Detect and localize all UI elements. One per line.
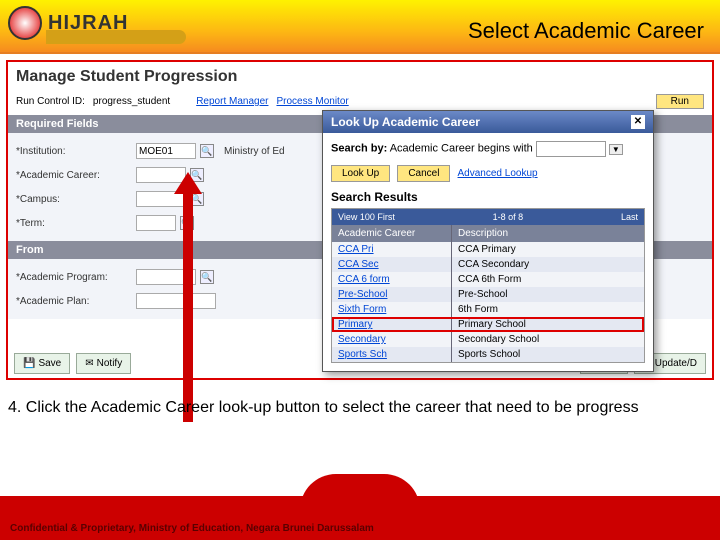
col-desc[interactable]: Description <box>452 225 644 242</box>
career-desc: Primary School <box>452 317 644 332</box>
search-input[interactable] <box>536 141 606 157</box>
plan-input[interactable] <box>136 293 216 309</box>
modal-header: Look Up Academic Career ✕ <box>323 111 653 133</box>
swoosh-icon <box>46 30 186 44</box>
career-desc: CCA 6th Form <box>452 272 644 287</box>
search-field: Academic Career <box>390 143 475 155</box>
table-row[interactable]: CCA Sec CCA Secondary <box>332 257 644 272</box>
table-row[interactable]: Secondary Secondary School <box>332 332 644 347</box>
program-label: *Academic Program: <box>16 272 136 283</box>
col-career[interactable]: Academic Career <box>332 225 452 242</box>
campus-label: *Campus: <box>16 194 136 205</box>
term-input[interactable] <box>136 215 176 231</box>
career-desc: 6th Form <box>452 302 644 317</box>
save-icon: 💾 <box>23 358 35 369</box>
grid-nav: View 100 First 1-8 of 8 Last <box>332 209 644 225</box>
table-row[interactable]: CCA 6 form CCA 6th Form <box>332 272 644 287</box>
dropdown-icon[interactable]: ▼ <box>609 144 623 155</box>
career-desc: CCA Primary <box>452 242 644 257</box>
lookup-modal: Look Up Academic Career ✕ Search by: Aca… <box>322 110 654 372</box>
process-monitor-link[interactable]: Process Monitor <box>276 96 348 107</box>
career-label: *Academic Career: <box>16 170 136 181</box>
career-link[interactable]: Pre-School <box>338 289 387 300</box>
table-row[interactable]: Pre-School Pre-School <box>332 287 644 302</box>
institution-label: *Institution: <box>16 146 136 157</box>
search-results-title: Search Results <box>331 190 645 204</box>
modal-title: Look Up Academic Career <box>331 115 480 129</box>
advanced-lookup-link[interactable]: Advanced Lookup <box>458 168 538 179</box>
term-label: *Term: <box>16 218 136 229</box>
career-link[interactable]: Sports Sch <box>338 349 387 360</box>
cancel-button[interactable]: Cancel <box>397 165 450 182</box>
program-input[interactable] <box>136 269 196 285</box>
footer-text: Confidential & Proprietary, Ministry of … <box>10 523 374 534</box>
career-link[interactable]: Primary <box>338 319 372 330</box>
career-lookup-icon[interactable]: 🔍 <box>190 168 204 182</box>
save-button[interactable]: 💾Save <box>14 353 70 374</box>
run-button[interactable]: Run <box>656 94 704 109</box>
institution-input[interactable] <box>136 143 196 159</box>
career-link[interactable]: Sixth Form <box>338 304 386 315</box>
page-title: Manage Student Progression <box>8 62 712 92</box>
career-desc: Pre-School <box>452 287 644 302</box>
table-row[interactable]: Primary Primary School <box>332 317 644 332</box>
slide-title: Select Academic Career <box>468 18 704 44</box>
slide-header: HIJRAH Select Academic Career <box>0 0 720 54</box>
plan-label: *Academic Plan: <box>16 296 136 307</box>
search-by-label: Search by: <box>331 143 387 155</box>
career-link[interactable]: CCA 6 form <box>338 274 390 285</box>
crest-icon <box>8 6 42 40</box>
report-manager-link[interactable]: Report Manager <box>196 96 268 107</box>
campus-input[interactable] <box>136 191 186 207</box>
campus-lookup-icon[interactable]: 🔍 <box>190 192 204 206</box>
institution-desc: Ministry of Ed <box>224 146 285 157</box>
career-link[interactable]: CCA Pri <box>338 244 374 255</box>
career-link[interactable]: Secondary <box>338 334 386 345</box>
search-row: Search by: Academic Career begins with ▼ <box>331 141 645 157</box>
notify-button[interactable]: ✉Notify <box>76 353 131 374</box>
term-lookup-icon[interactable]: 🔍 <box>180 216 194 230</box>
career-link[interactable]: CCA Sec <box>338 259 379 270</box>
career-desc: Secondary School <box>452 332 644 347</box>
career-desc: CCA Secondary <box>452 257 644 272</box>
lookup-button[interactable]: Look Up <box>331 165 390 182</box>
notify-icon: ✉ <box>85 358 93 369</box>
results-grid: View 100 First 1-8 of 8 Last Academic Ca… <box>331 208 645 363</box>
career-input[interactable] <box>136 167 186 183</box>
table-row[interactable]: CCA Pri CCA Primary <box>332 242 644 257</box>
instruction-text: 4. Click the Academic Career look-up but… <box>8 398 712 419</box>
table-row[interactable]: Sixth Form 6th Form <box>332 302 644 317</box>
program-lookup-icon[interactable]: 🔍 <box>200 270 214 284</box>
career-desc: Sports School <box>452 347 644 362</box>
table-row[interactable]: Sports Sch Sports School <box>332 347 644 362</box>
run-control-value: progress_student <box>93 96 170 107</box>
run-control-label: Run Control ID: <box>16 96 85 107</box>
slide-footer: Confidential & Proprietary, Ministry of … <box>0 480 720 540</box>
search-op: begins with <box>478 143 533 155</box>
institution-lookup-icon[interactable]: 🔍 <box>200 144 214 158</box>
close-icon[interactable]: ✕ <box>631 115 645 129</box>
grid-columns: Academic Career Description <box>332 225 644 242</box>
